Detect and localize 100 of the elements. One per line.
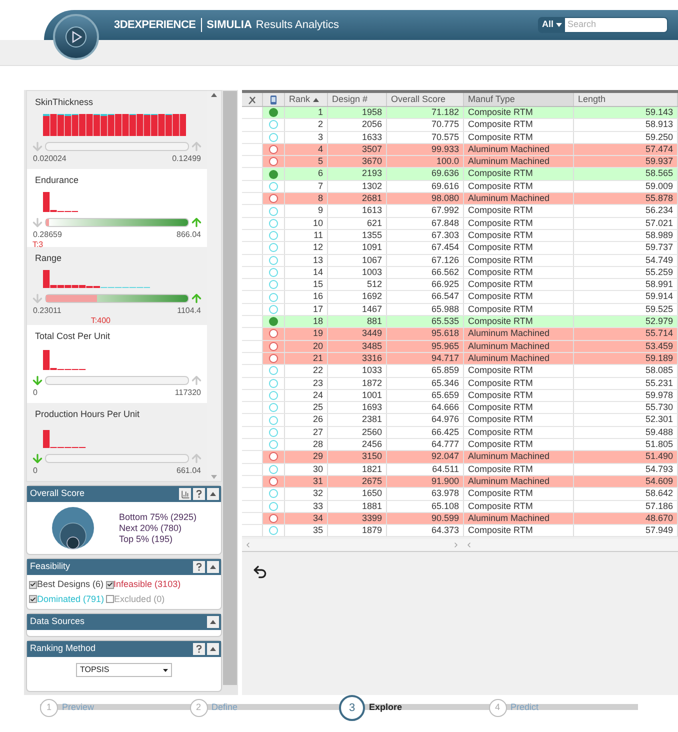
table-row[interactable]: 10 621 67.848 Composite RTM 57.021 — [242, 218, 678, 230]
table-row[interactable]: 27 2560 66.425 Composite RTM 59.488 — [242, 426, 678, 440]
scroll-right-icon[interactable] — [452, 541, 460, 550]
table-row[interactable]: 31 2675 91.900 Aluminum Machined 54.609 — [242, 476, 678, 488]
scroll-left-icon[interactable] — [244, 541, 252, 550]
checkbox[interactable] — [106, 580, 114, 589]
step-label[interactable]: Explore — [369, 701, 402, 715]
table-row[interactable]: 3 1633 70.575 Composite RTM 59.250 — [242, 132, 678, 144]
table-cell: 92.047 — [431, 451, 459, 462]
table-row[interactable]: 11 1355 67.303 Composite RTM 58.989 — [242, 230, 678, 242]
ranking-method-select[interactable]: TOPSIS — [76, 663, 172, 677]
table-cell: 33 — [312, 500, 323, 510]
help-button[interactable] — [193, 561, 205, 573]
arrow-up-icon[interactable] — [190, 140, 203, 152]
scroll-left-icon[interactable] — [465, 541, 473, 550]
table-cell: 2456 — [362, 439, 382, 450]
table-cell: 881 — [366, 316, 382, 326]
table-cell: Composite RTM — [468, 365, 533, 376]
table-cell: 59.189 — [645, 352, 673, 363]
table-row[interactable]: 30 1821 64.511 Composite RTM 54.793 — [242, 464, 678, 476]
arrow-down-icon[interactable] — [31, 452, 44, 464]
table-row[interactable]: 18 881 65.535 Composite RTM 52.979 — [242, 316, 678, 328]
column-header[interactable]: Rank — [285, 93, 328, 106]
table-row[interactable]: 5 3670 100.0 Aluminum Machined 59.937 — [242, 156, 678, 168]
scope-dropdown[interactable]: All — [539, 18, 565, 32]
table-row[interactable]: 1 1958 71.182 Composite RTM 59.143 — [242, 107, 678, 120]
range-slider[interactable] — [45, 294, 189, 302]
table-row[interactable]: 35 1879 64.373 Composite RTM 57.949 — [242, 525, 678, 538]
arrow-down-icon[interactable] — [31, 140, 44, 152]
table-cell: 20 — [312, 340, 323, 351]
scrollbar[interactable] — [223, 91, 237, 685]
arrow-down-icon[interactable] — [31, 216, 44, 228]
table-row[interactable]: 22 1033 65.859 Composite RTM 58.085 — [242, 365, 678, 378]
table-row[interactable]: 16 1692 66.547 Composite RTM 59.914 — [242, 291, 678, 304]
table-cell: 59.009 — [645, 180, 673, 191]
arrow-down-icon[interactable] — [31, 374, 44, 386]
arrow-up-icon[interactable] — [190, 452, 203, 464]
table-row[interactable]: 17 1467 65.988 Composite RTM 59.525 — [242, 304, 678, 316]
table-row[interactable]: 20 3485 95.965 Aluminum Machined 53.459 — [242, 340, 678, 353]
collapse-button[interactable] — [207, 616, 219, 628]
table-row[interactable]: 25 1693 64.666 Composite RTM 55.730 — [242, 402, 678, 414]
column-header[interactable]: Length — [574, 93, 678, 106]
table-row[interactable]: 13 1067 67.126 Composite RTM 54.749 — [242, 254, 678, 267]
table-cell: Aluminum Machined — [468, 451, 550, 462]
table-row[interactable]: 23 1872 65.346 Composite RTM 55.231 — [242, 378, 678, 390]
range-slider[interactable] — [45, 376, 189, 384]
help-button[interactable] — [193, 643, 205, 655]
range-slider[interactable] — [45, 218, 189, 226]
table-cell: Composite RTM — [468, 488, 533, 498]
phone-icon[interactable] — [270, 94, 277, 104]
column-header[interactable]: Design # — [328, 93, 387, 106]
checkbox[interactable] — [29, 580, 37, 589]
scroll-down-icon[interactable] — [211, 475, 217, 479]
table-row[interactable]: 7 1302 69.616 Composite RTM 59.009 — [242, 180, 678, 194]
checkbox[interactable] — [106, 595, 114, 604]
search-input[interactable]: Search — [564, 18, 667, 32]
table-cell: 8 — [318, 193, 323, 204]
undo-icon[interactable] — [252, 564, 268, 580]
help-button[interactable] — [193, 488, 205, 500]
arrow-down-icon[interactable] — [31, 292, 44, 304]
collapse-button[interactable] — [207, 561, 219, 573]
table-row[interactable]: 19 3449 95.618 Aluminum Machined 55.714 — [242, 328, 678, 341]
chart-button[interactable] — [179, 488, 191, 500]
step-number[interactable]: 3 — [339, 695, 365, 721]
table-row[interactable]: 32 1650 63.978 Composite RTM 58.642 — [242, 488, 678, 500]
arrow-up-icon[interactable] — [190, 292, 203, 304]
table-row[interactable]: 29 3150 92.047 Aluminum Machined 51.490 — [242, 451, 678, 464]
panel-title: Feasibility — [30, 560, 72, 574]
table-row[interactable]: 14 1003 66.562 Composite RTM 55.259 — [242, 266, 678, 280]
table-cell: 1613 — [362, 205, 382, 216]
table-cell: Aluminum Machined — [468, 156, 550, 166]
table-row[interactable]: 6 2193 69.636 Composite RTM 58.565 — [242, 168, 678, 181]
table-cell: 69.616 — [431, 180, 459, 191]
table-row[interactable]: 34 3399 90.599 Aluminum Machined 48.670 — [242, 512, 678, 526]
table-row[interactable]: 12 1091 67.454 Composite RTM 59.737 — [242, 242, 678, 255]
column-header[interactable]: Manuf Type — [464, 93, 574, 106]
arrow-up-icon[interactable] — [190, 216, 203, 228]
collapse-button[interactable] — [207, 643, 219, 655]
check-icon — [106, 581, 113, 588]
question-icon — [196, 490, 202, 498]
table-row[interactable]: 21 3316 94.717 Aluminum Machined 59.189 — [242, 352, 678, 366]
table-row[interactable]: 15 512 66.925 Composite RTM 58.991 — [242, 279, 678, 292]
table-row[interactable]: 9 1613 67.992 Composite RTM 56.234 — [242, 205, 678, 218]
scroll-up-icon[interactable] — [211, 93, 217, 97]
search-field[interactable]: All Search — [538, 17, 668, 33]
range-slider[interactable] — [45, 142, 189, 150]
table-row[interactable]: 26 2381 64.976 Composite RTM 52.301 — [242, 414, 678, 427]
table-row[interactable]: 24 1001 65.659 Composite RTM 59.978 — [242, 390, 678, 402]
table-row[interactable]: 2 2056 70.775 Composite RTM 58.913 — [242, 119, 678, 132]
checkbox[interactable] — [29, 595, 37, 604]
range-slider[interactable] — [45, 454, 189, 462]
table-row[interactable]: 33 1881 65.108 Composite RTM 57.186 — [242, 500, 678, 513]
min-value: 0.28659 — [33, 228, 62, 240]
table-cell: Composite RTM — [468, 390, 533, 400]
table-row[interactable]: 8 2681 98.080 Aluminum Machined 55.878 — [242, 193, 678, 206]
collapse-button[interactable] — [207, 488, 219, 500]
table-cell: 51.805 — [645, 439, 673, 450]
arrow-up-icon[interactable] — [190, 374, 203, 386]
table-row[interactable]: 28 2456 64.777 Composite RTM 51.805 — [242, 439, 678, 452]
table-row[interactable]: 4 3507 99.933 Aluminum Machined 57.474 — [242, 144, 678, 156]
